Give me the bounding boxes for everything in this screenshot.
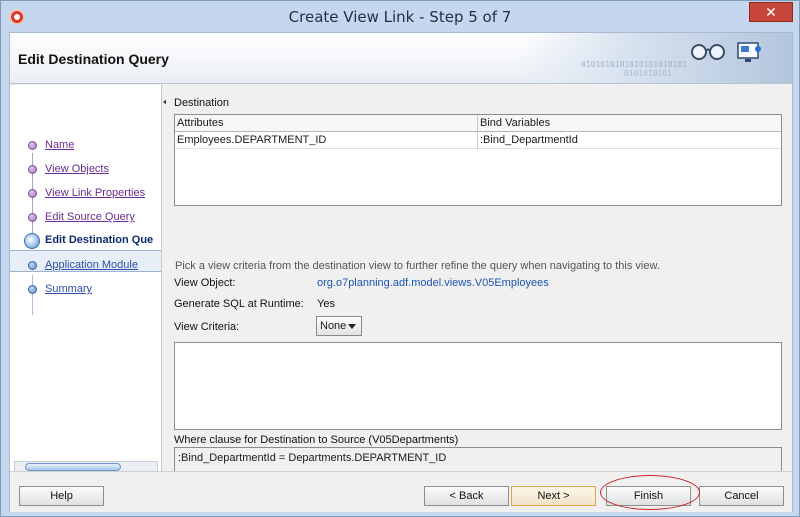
step-done-icon <box>28 165 37 174</box>
sql-runtime-label: Generate SQL at Runtime: <box>174 298 304 310</box>
header-banner: 0101010101010101010101 0101010101 <box>522 33 792 83</box>
column-header-bind-variables[interactable]: Bind Variables <box>478 115 781 132</box>
window-title: Create View Link - Step 5 of 7 <box>288 8 512 26</box>
nav-step-view-objects[interactable]: View Objects <box>10 159 162 181</box>
column-divider <box>477 115 478 149</box>
glasses-icon <box>691 44 725 60</box>
view-criteria-details[interactable] <box>174 342 782 430</box>
nav-step-view-link-properties[interactable]: View Link Properties <box>10 183 162 205</box>
binary-decoration: 0101010101010101010101 <box>581 60 687 69</box>
nav-step-label: Name <box>45 139 75 151</box>
view-criteria-select[interactable]: None <box>316 316 362 336</box>
dialog-window: Create View Link - Step 5 of 7 ✕ Edit De… <box>0 0 800 517</box>
destination-label: Destination <box>174 97 230 109</box>
dialog-client: Edit Destination Query 01010101010101010… <box>9 32 793 512</box>
help-button[interactable]: Help <box>19 486 104 506</box>
scrollbar-thumb[interactable] <box>25 463 121 471</box>
step-pending-icon <box>28 261 37 270</box>
nav-step-label: Application Module <box>45 259 138 271</box>
destination-table[interactable]: Attributes Bind Variables Employees.DEPA… <box>174 114 782 206</box>
column-header-attributes[interactable]: Attributes <box>175 115 477 132</box>
nav-step-edit-destination-query[interactable]: Edit Destination Que <box>10 230 162 252</box>
nav-step-label: Summary <box>45 283 93 295</box>
where-clause-label: Where clause for Destination to Source (… <box>174 434 459 446</box>
sql-runtime-value: Yes <box>317 298 335 310</box>
nav-step-label: View Link Properties <box>45 187 146 199</box>
page-title: Edit Destination Query <box>18 51 169 67</box>
step-done-icon <box>28 141 37 150</box>
next-button[interactable]: Next > <box>511 486 596 506</box>
nav-step-name[interactable]: Name <box>10 135 162 157</box>
nav-step-label: Edit Destination Que <box>45 234 154 246</box>
criteria-hint: Pick a view criteria from the destinatio… <box>175 260 660 272</box>
monitor-icon <box>737 42 761 62</box>
view-object-label: View Object: <box>174 277 236 289</box>
back-button[interactable]: < Back <box>424 486 509 506</box>
annotation-circle <box>600 475 700 510</box>
wizard-steps-panel: Name View Objects View Link Properties E… <box>10 85 162 473</box>
step-done-icon <box>28 213 37 222</box>
table-cell-bind-variable[interactable]: :Bind_DepartmentId <box>478 132 781 149</box>
step-done-icon <box>28 189 37 198</box>
wizard-header: Edit Destination Query 01010101010101010… <box>10 33 792 84</box>
nav-step-label: View Objects <box>45 163 109 175</box>
cancel-button[interactable]: Cancel <box>699 486 784 506</box>
view-criteria-label: View Criteria: <box>174 321 240 333</box>
nav-step-summary[interactable]: Summary <box>10 279 162 301</box>
table-cell-attribute[interactable]: Employees.DEPARTMENT_ID <box>175 132 477 149</box>
wizard-footer: Help < Back Next > Finish Cancel <box>10 471 792 512</box>
nav-step-edit-source-query[interactable]: Edit Source Query <box>10 207 162 229</box>
close-button[interactable]: ✕ <box>749 2 793 22</box>
binary-decoration-2: 0101010101 <box>623 69 672 78</box>
step-current-icon <box>24 233 40 249</box>
main-content: Destination Attributes Bind Variables Em… <box>166 85 792 501</box>
view-object-value: org.o7planning.adf.model.views.V05Employ… <box>317 277 549 289</box>
nav-step-label: Edit Source Query <box>45 211 135 223</box>
title-bar: Create View Link - Step 5 of 7 ✕ <box>1 1 799 33</box>
nav-step-application-module[interactable]: Application Module <box>10 255 162 277</box>
step-pending-icon <box>28 285 37 294</box>
